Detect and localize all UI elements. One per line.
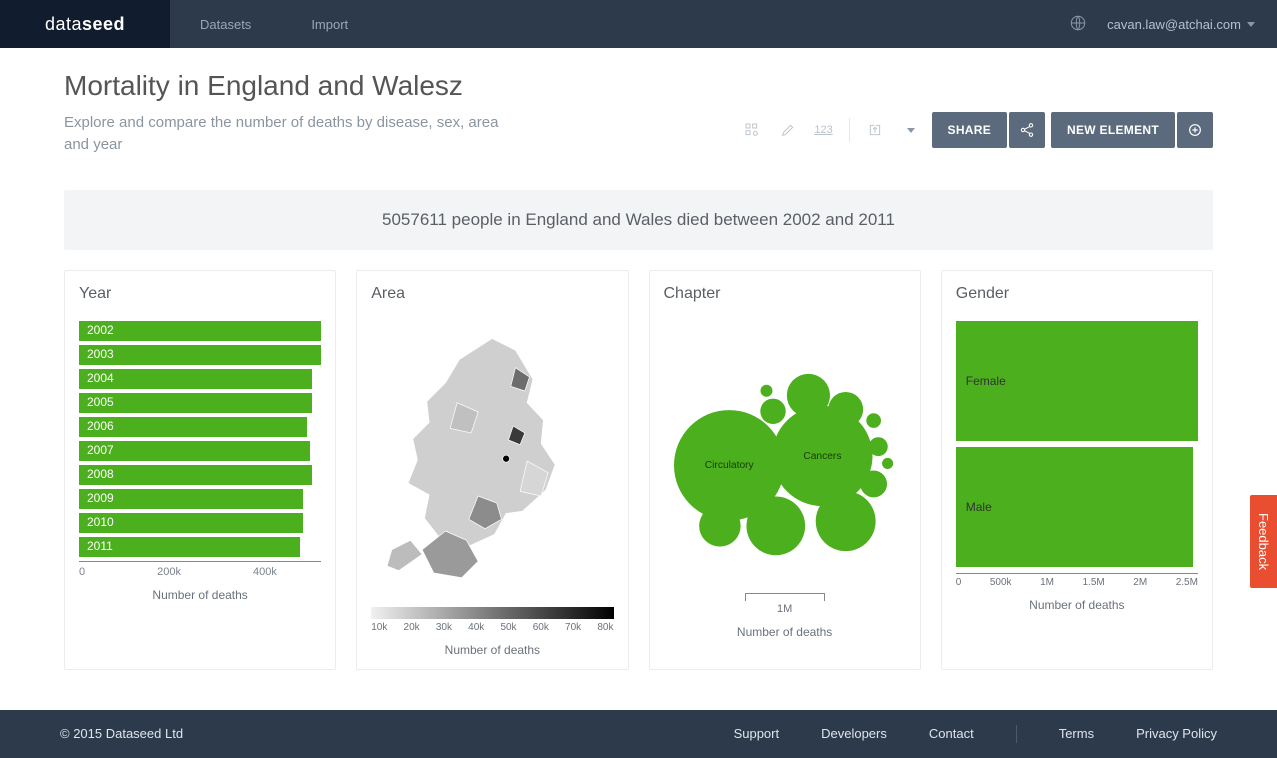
new-element-button[interactable]: NEW ELEMENT: [1051, 112, 1175, 148]
year-axis-title: Number of deaths: [79, 588, 321, 602]
gender-bars[interactable]: FemaleMale: [956, 321, 1198, 567]
footer-privacy[interactable]: Privacy Policy: [1136, 726, 1217, 741]
panel-gender-title: Gender: [956, 285, 1198, 303]
area-axis-title: Number of deaths: [371, 643, 613, 657]
layout-settings-icon[interactable]: [737, 114, 767, 146]
gender-axis-title: Number of deaths: [956, 598, 1198, 612]
footer-developers[interactable]: Developers: [821, 726, 887, 741]
user-menu[interactable]: cavan.law@atchai.com: [1107, 17, 1255, 32]
nav-import[interactable]: Import: [311, 17, 348, 32]
separator: [1016, 725, 1017, 743]
tick: 2M: [1133, 577, 1147, 588]
plus-circle-icon[interactable]: [1177, 112, 1213, 148]
tick: 20k: [404, 622, 420, 633]
year-axis: 0 200k 400k: [79, 561, 321, 578]
tick: 500k: [990, 577, 1012, 588]
chapter-axis-title: Number of deaths: [664, 625, 906, 639]
footer-links: Support Developers Contact Terms Privacy…: [734, 725, 1217, 743]
panel-year-title: Year: [79, 285, 321, 303]
top-nav: Datasets Import: [200, 17, 348, 32]
export-caret-icon[interactable]: [896, 114, 926, 146]
page-title: Mortality in England and Walesz: [64, 70, 1213, 102]
panel-area: Area: [356, 270, 628, 670]
map-legend-ticks: 10k 20k 30k 40k 50k 60k 70k 80k: [371, 622, 613, 633]
share-button[interactable]: SHARE: [932, 112, 1008, 148]
share-network-icon[interactable]: [1009, 112, 1045, 148]
tick: 1M: [1040, 577, 1054, 588]
footer: © 2015 Dataseed Ltd Support Developers C…: [0, 710, 1277, 758]
panel-chapter: Chapter Circulatory Cancers 1M Number of …: [649, 270, 921, 670]
map-legend: [371, 607, 613, 619]
gender-axis: 0 500k 1M 1.5M 2M 2.5M: [956, 573, 1198, 588]
tick: 0: [79, 566, 85, 578]
footer-contact[interactable]: Contact: [929, 726, 974, 741]
summary-banner: 5057611 people in England and Wales died…: [64, 190, 1213, 250]
page-toolbar: 123 SHARE NEW ELEMENT: [737, 112, 1213, 148]
topbar: dataseed Datasets Import cavan.law@atcha…: [0, 0, 1277, 48]
tick: 60k: [533, 622, 549, 633]
tick: 200k: [157, 566, 181, 578]
scale-label: 1M: [777, 603, 792, 615]
separator: [849, 118, 850, 142]
panel-grid: Year 20022003200420052006200720082009201…: [64, 270, 1213, 670]
brand-right: seed: [82, 14, 125, 35]
page-subtitle: Explore and compare the number of deaths…: [64, 112, 504, 156]
bubble-scale: 1M: [664, 593, 906, 615]
brand-logo[interactable]: dataseed: [0, 0, 170, 48]
brand-left: data: [45, 14, 82, 35]
user-email: cavan.law@atchai.com: [1107, 17, 1241, 32]
tick: 80k: [597, 622, 613, 633]
panel-year: Year 20022003200420052006200720082009201…: [64, 270, 336, 670]
footer-terms[interactable]: Terms: [1059, 726, 1094, 741]
tick: 30k: [436, 622, 452, 633]
year-bars[interactable]: 2002200320042005200620072008200920102011: [79, 321, 321, 557]
tick: 50k: [500, 622, 516, 633]
footer-support[interactable]: Support: [734, 726, 780, 741]
pencil-icon[interactable]: [773, 114, 803, 146]
number-format-icon[interactable]: 123: [809, 114, 839, 146]
panel-chapter-title: Chapter: [664, 285, 906, 303]
tick: 1.5M: [1083, 577, 1105, 588]
svg-text:Circulatory: Circulatory: [704, 460, 754, 471]
globe-icon[interactable]: [1069, 14, 1087, 35]
copyright: © 2015 Dataseed Ltd: [60, 726, 183, 741]
choropleth-map[interactable]: [371, 321, 613, 601]
tick: 400k: [253, 566, 277, 578]
svg-text:Cancers: Cancers: [803, 450, 841, 461]
caret-down-icon: [1247, 22, 1255, 27]
share-button-group: SHARE: [932, 112, 1046, 148]
nav-datasets[interactable]: Datasets: [200, 17, 251, 32]
tick: 2.5M: [1176, 577, 1198, 588]
tick: 10k: [371, 622, 387, 633]
panel-gender: Gender FemaleMale 0 500k 1M 1.5M 2M 2.5M…: [941, 270, 1213, 670]
new-element-button-group: NEW ELEMENT: [1051, 112, 1213, 148]
tick: 40k: [468, 622, 484, 633]
bubble-chart[interactable]: Circulatory Cancers: [664, 321, 906, 591]
feedback-tab[interactable]: Feedback: [1250, 495, 1277, 588]
export-icon[interactable]: [860, 114, 890, 146]
panel-area-title: Area: [371, 285, 613, 303]
tick: 0: [956, 577, 962, 588]
tick: 70k: [565, 622, 581, 633]
